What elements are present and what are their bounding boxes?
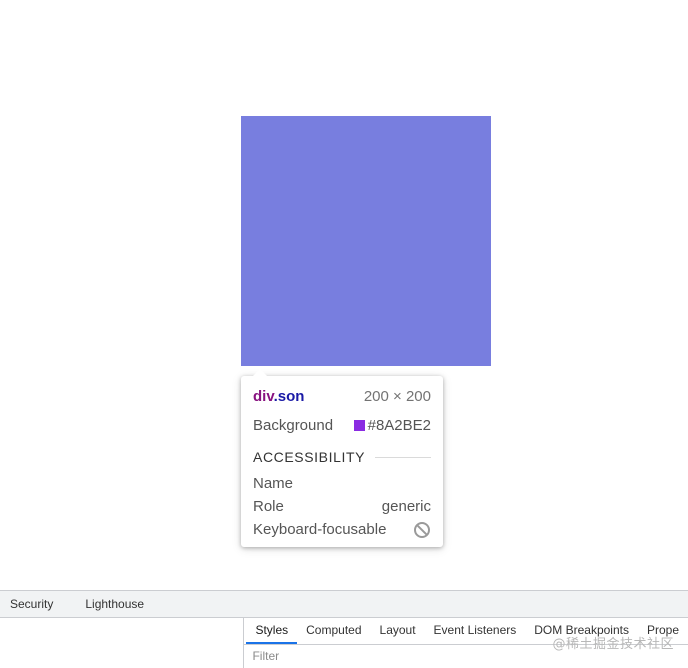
devtools-panel: Security Lighthouse Styles Computed Layo… bbox=[0, 590, 688, 668]
role-value: generic bbox=[381, 498, 431, 515]
inspect-tooltip: div.son 200 × 200 Background #8A2BE2 ACC… bbox=[241, 369, 443, 547]
section-divider bbox=[375, 456, 431, 458]
element-tag: div bbox=[253, 387, 274, 405]
background-label: Background bbox=[253, 417, 334, 434]
element-class: .son bbox=[273, 387, 305, 405]
keyboard-focusable-row: Keyboard-focusable bbox=[253, 518, 431, 541]
element-size: 200 × 200 bbox=[363, 388, 431, 405]
inspected-element-highlight bbox=[241, 116, 491, 366]
background-row: Background #8A2BE2 bbox=[253, 414, 431, 437]
role-row: Role generic bbox=[253, 495, 431, 518]
tab-styles[interactable]: Styles bbox=[246, 623, 297, 644]
page-viewport: div.son 200 × 200 Background #8A2BE2 ACC… bbox=[0, 0, 688, 590]
devtools-main-tabbar: Security Lighthouse bbox=[0, 590, 688, 618]
tab-computed[interactable]: Computed bbox=[297, 623, 370, 644]
tab-event-listeners[interactable]: Event Listeners bbox=[425, 623, 526, 644]
tab-layout[interactable]: Layout bbox=[371, 623, 425, 644]
name-row: Name bbox=[253, 472, 431, 495]
elements-tree-pane bbox=[0, 618, 245, 668]
accessibility-section-header: ACCESSIBILITY bbox=[253, 447, 431, 467]
color-swatch-icon bbox=[353, 420, 365, 431]
watermark: @稀土掘金技术社区 bbox=[552, 637, 674, 652]
tooltip-header: div.son 200 × 200 bbox=[253, 387, 431, 406]
tab-security[interactable]: Security bbox=[0, 597, 69, 611]
not-allowed-icon bbox=[414, 521, 430, 538]
element-selector: div.son bbox=[253, 388, 304, 406]
name-label: Name bbox=[253, 475, 294, 492]
keyboard-focusable-label: Keyboard-focusable bbox=[253, 521, 387, 538]
background-hex: #8A2BE2 bbox=[367, 417, 431, 434]
tab-lighthouse[interactable]: Lighthouse bbox=[69, 597, 160, 611]
role-label: Role bbox=[253, 498, 284, 515]
filter-input[interactable] bbox=[252, 649, 453, 663]
accessibility-title: ACCESSIBILITY bbox=[253, 449, 366, 465]
tooltip-arrow bbox=[253, 369, 267, 376]
background-value: #8A2BE2 bbox=[353, 417, 431, 434]
